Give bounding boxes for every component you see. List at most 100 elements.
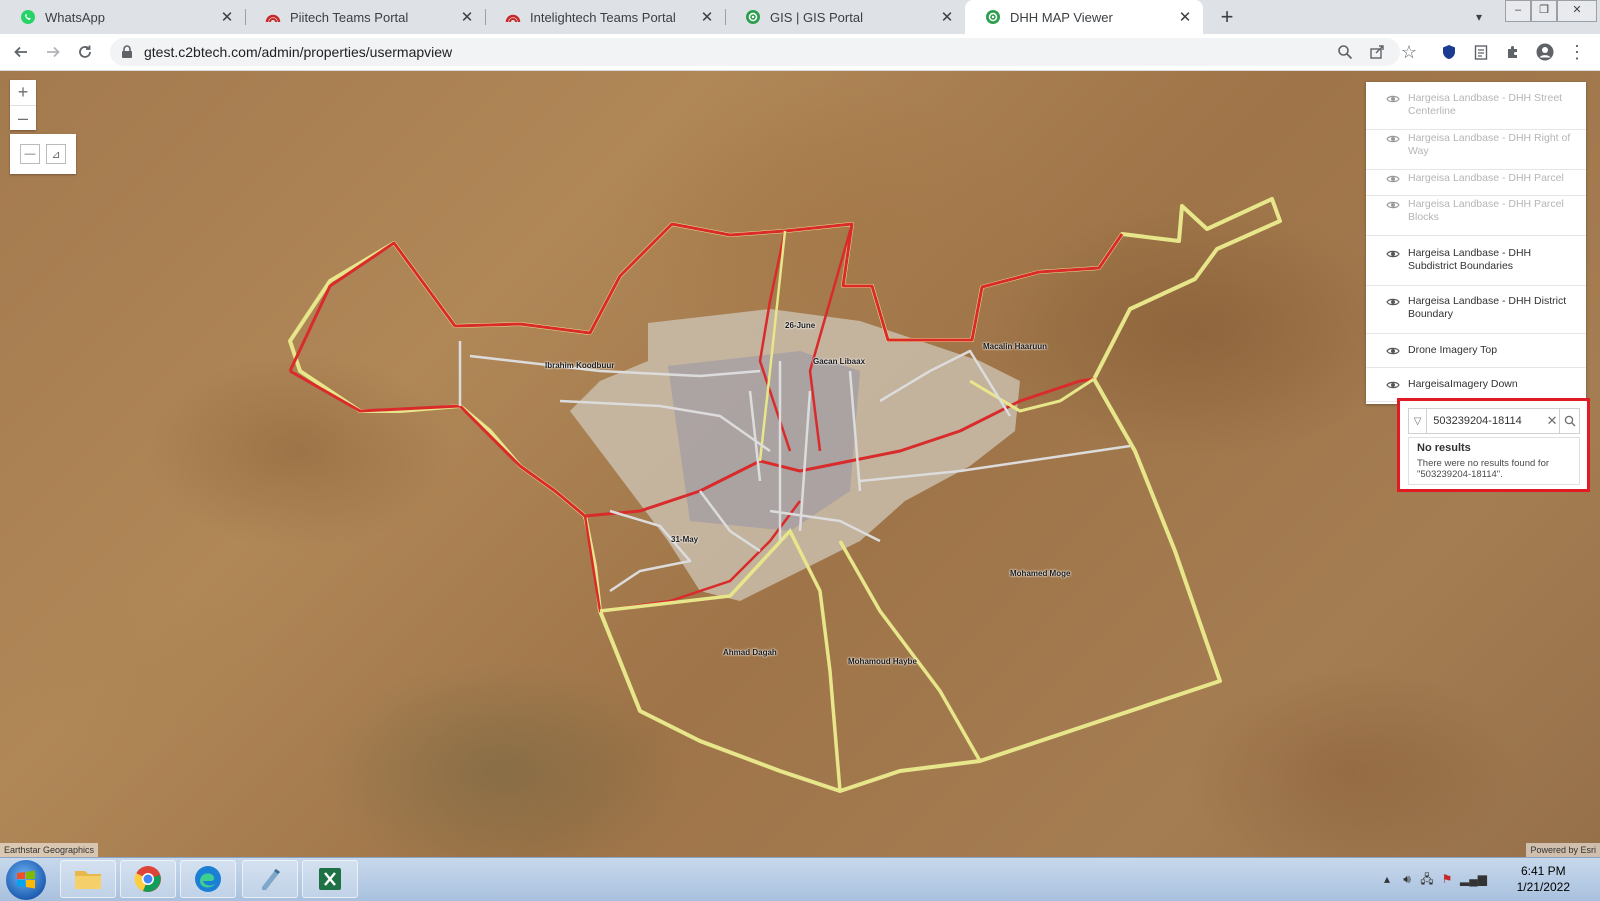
kebab-menu-icon[interactable]: ⋮ [1564,39,1590,65]
district-label: Mohamoud Haybe [848,657,917,666]
layer-item[interactable]: Hargeisa Landbase - DHH Right of Way [1366,132,1586,170]
eye-icon[interactable] [1386,133,1400,145]
eye-icon[interactable] [1386,173,1400,185]
draw-tools: — ⊿ [10,134,76,174]
layer-label: Hargeisa Landbase - DHH Parcel Blocks [1408,198,1564,223]
tab-title: Intelightech Teams Portal [530,9,676,25]
district-boundaries [288,197,1282,793]
browser-toolbar: gtest.c2btech.com/admin/properties/userm… [0,34,1600,71]
zoom-magnifier-icon[interactable] [1332,39,1358,65]
clear-search-icon[interactable]: ✕ [1545,413,1559,429]
eye-icon[interactable] [1386,93,1400,105]
search-source-dropdown-icon[interactable]: ▽ [1409,409,1428,433]
file-explorer-taskbar-button[interactable] [60,860,116,898]
chrome-taskbar-button[interactable] [120,860,176,898]
edge-taskbar-button[interactable] [180,860,236,898]
layer-item[interactable]: Hargeisa Landbase - DHH Parcel [1366,172,1586,196]
close-tab-icon[interactable]: ✕ [939,8,955,26]
start-button[interactable] [6,860,46,900]
tab-dhh-map-viewer[interactable]: DHH MAP Viewer ✕ [965,0,1203,34]
tab-gis-portal[interactable]: GIS | GIS Portal ✕ [725,0,965,34]
restore-window-button[interactable]: ❐ [1531,0,1557,22]
eye-icon[interactable] [1386,199,1400,211]
system-clock[interactable]: 6:41 PM 1/21/2022 [1517,863,1570,895]
signal-strength-icon[interactable]: ▂▄▆ [1460,872,1487,886]
layer-label: Hargeisa Landbase - DHH District Boundar… [1408,295,1567,320]
profile-avatar-icon[interactable] [1532,39,1558,65]
bookmark-star-icon[interactable]: ☆ [1396,39,1422,65]
no-results-message: No results There were no results found f… [1408,437,1580,485]
district-label: Ahmad Dagah [723,648,777,657]
search-widget: ▽ ✕ No results There were no results fou… [1397,398,1590,492]
minimize-window-button[interactable]: ‒ [1505,0,1531,22]
map-view[interactable]: 26-June Gacan Libaax Macalin Haaruun Ibr… [0,71,1600,857]
tab-piitech-teams-portal[interactable]: Piitech Teams Portal ✕ [245,0,485,34]
clipboard-extension-icon[interactable] [1468,39,1494,65]
system-tray: ▴ 🔊︎ 🖧︎ ⚑ ▂▄▆ 6:41 PM 1/21/2022 [1370,858,1600,901]
tab-search-chevron-icon[interactable]: ▾ [1468,6,1490,28]
zoom-controls: + – [10,80,36,130]
tab-whatsapp[interactable]: WhatsApp ✕ [0,0,245,34]
attribution-text: Earthstar Geographics [0,843,99,857]
windows-taskbar: ▴ 🔊︎ 🖧︎ ⚑ ▂▄▆ 6:41 PM 1/21/2022 [0,857,1600,901]
action-center-flag-icon[interactable]: ⚑ [1440,872,1454,886]
layer-label: Drone Imagery Top [1408,344,1498,356]
notepad-taskbar-button[interactable] [242,860,298,898]
password-manager-icon[interactable] [1436,39,1462,65]
show-hidden-icons-icon[interactable]: ▴ [1380,872,1394,886]
measure-tool-icon[interactable]: ⊿ [46,144,66,164]
layer-item[interactable]: Hargeisa Landbase - DHH Street Centerlin… [1366,92,1586,130]
close-tab-icon[interactable]: ✕ [699,8,715,26]
eye-icon[interactable] [1386,379,1400,391]
search-bar: ▽ ✕ [1408,408,1580,434]
notepad-icon [262,869,280,890]
volume-icon[interactable]: 🔊︎ [1400,872,1414,886]
tab-title: GIS | GIS Portal [770,9,863,25]
layer-list-panel: Hargeisa Landbase - DHH Street Centerlin… [1366,82,1586,404]
layer-item[interactable]: Hargeisa Landbase - DHH District Boundar… [1366,292,1586,334]
clock-date: 1/21/2022 [1516,880,1570,894]
back-arrow-icon[interactable] [8,39,34,65]
search-input[interactable] [1427,415,1546,427]
close-tab-icon[interactable]: ✕ [1177,8,1193,26]
tab-intelightech-teams-portal[interactable]: Intelightech Teams Portal ✕ [485,0,725,34]
minimize-tool-icon[interactable]: — [20,144,40,164]
forward-arrow-icon[interactable] [40,39,66,65]
excel-icon [319,868,341,890]
close-tab-icon[interactable]: ✕ [219,8,235,26]
layer-item[interactable]: Drone Imagery Top [1366,340,1586,368]
eye-icon[interactable] [1386,345,1400,357]
gis-icon [745,9,761,25]
tab-title: DHH MAP Viewer [1010,9,1113,25]
clock-time: 6:41 PM [1520,864,1566,878]
district-label: 26-June [785,321,816,330]
eye-icon[interactable] [1386,248,1400,260]
no-results-text: There were no results found for "5032392… [1417,458,1550,480]
zoom-in-button[interactable]: + [10,80,36,106]
search-icon[interactable] [1559,409,1579,433]
esri-attribution[interactable]: Powered by Esri [1526,843,1600,857]
district-label: Gacan Libaax [813,357,866,366]
chrome-icon [134,866,161,892]
district-label: Ibrahim Koodbuur [545,361,615,370]
reload-icon[interactable] [72,39,98,65]
extensions-puzzle-icon[interactable] [1500,39,1526,65]
close-tab-icon[interactable]: ✕ [459,8,475,26]
whatsapp-icon [20,9,36,25]
no-results-title: No results [1417,442,1471,454]
zoom-out-button[interactable]: – [10,106,36,131]
browser-tab-strip: WhatsApp ✕ Piitech Teams Portal ✕ Inteli… [0,0,1600,34]
gis-icon [985,9,1001,25]
share-icon[interactable] [1364,39,1390,65]
eye-icon[interactable] [1386,296,1400,308]
district-label: 31-May [671,535,699,544]
excel-taskbar-button[interactable] [302,860,358,898]
close-window-button[interactable]: ✕ [1557,0,1597,22]
layer-item[interactable]: Hargeisa Landbase - DHH Subdistrict Boun… [1366,244,1586,286]
layer-item[interactable]: Hargeisa Landbase - DHH Parcel Blocks [1366,198,1586,236]
address-bar[interactable]: gtest.c2btech.com/admin/properties/userm… [110,38,1400,66]
new-tab-button[interactable]: + [1213,3,1241,31]
network-icon[interactable]: 🖧︎ [1420,872,1434,886]
teams-portal-icon [505,9,521,25]
teams-portal-icon [265,9,281,25]
